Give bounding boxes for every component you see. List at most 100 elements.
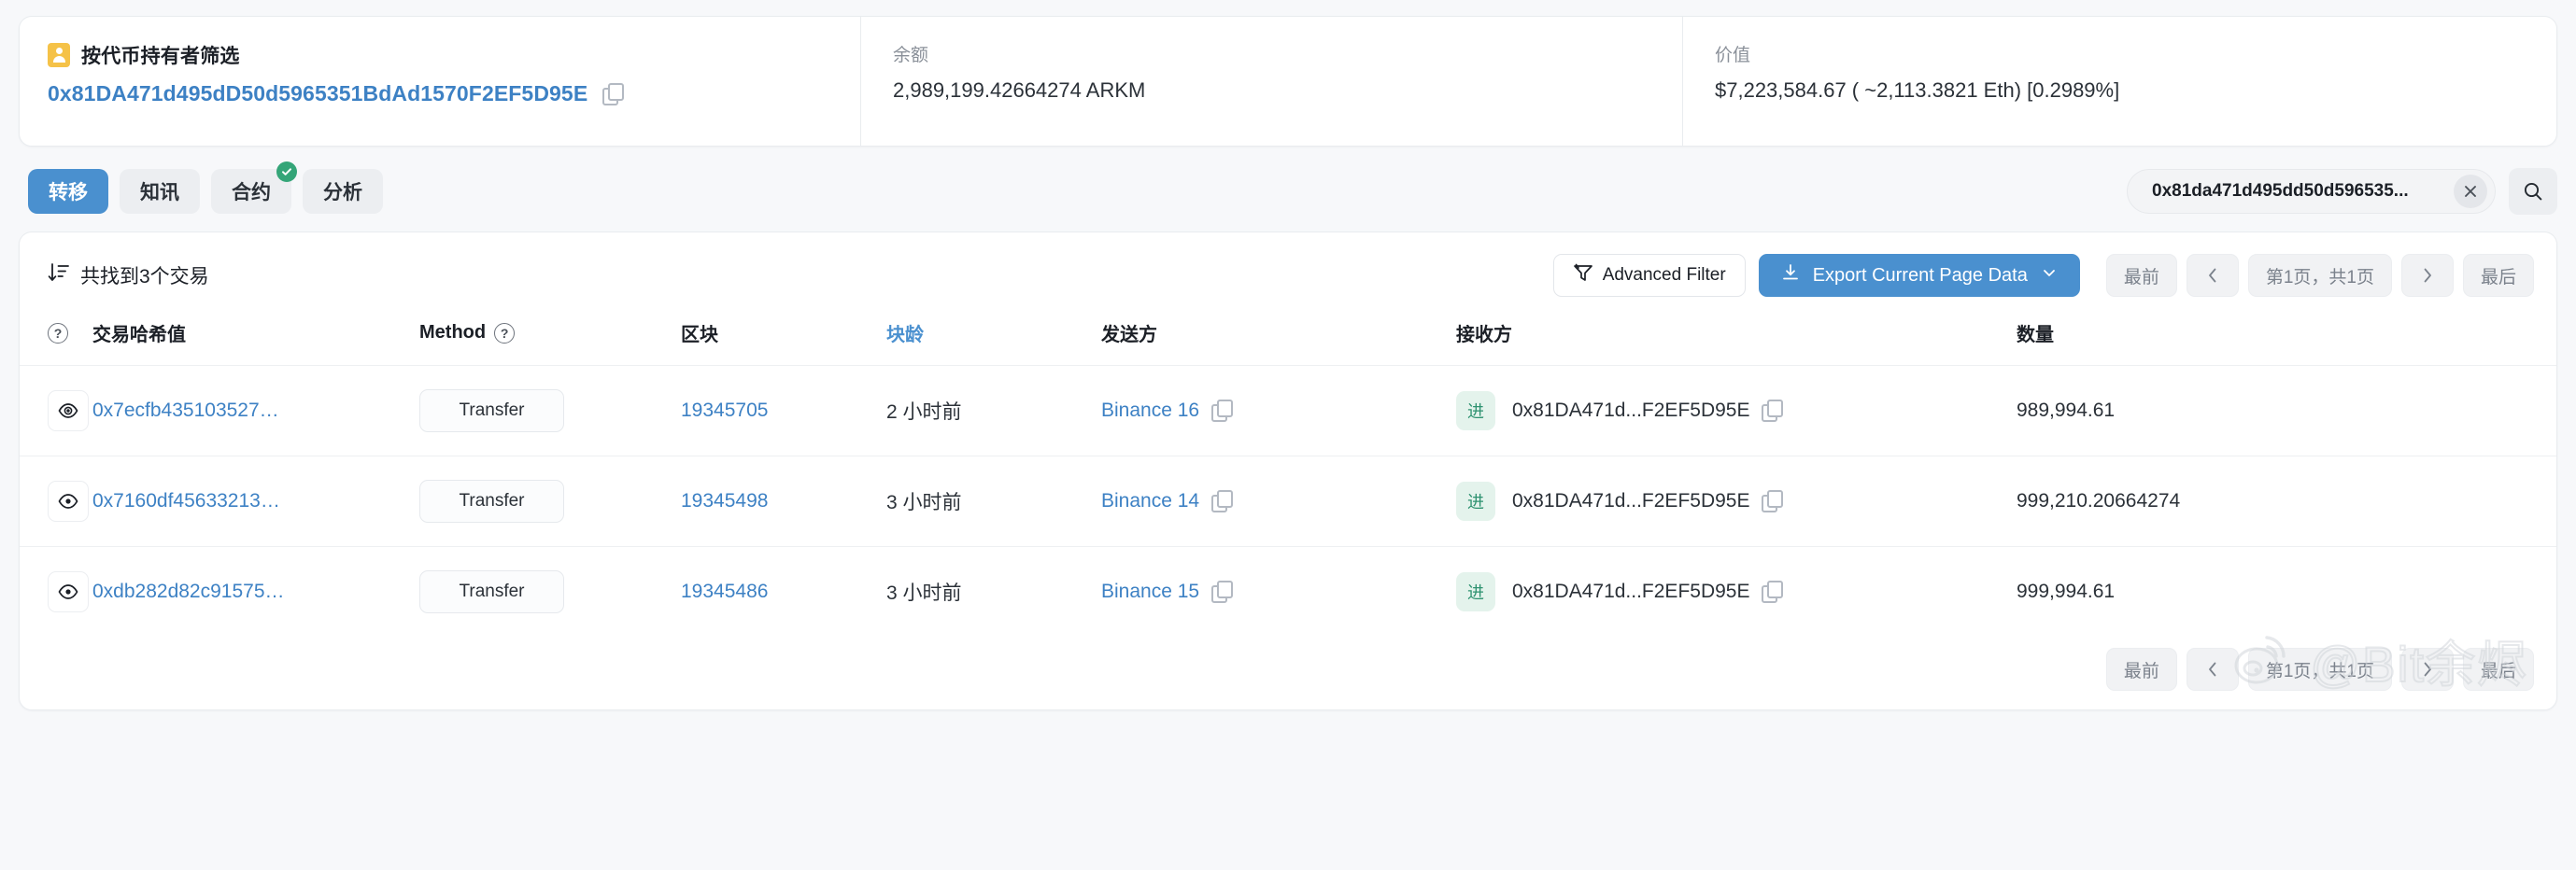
search-pill[interactable] [2127,169,2496,214]
eye-icon[interactable] [48,570,89,612]
advanced-filter-button[interactable]: Advanced Filter [1552,254,1746,297]
pagination-first-button[interactable]: 最前 [2105,254,2177,297]
search-icon[interactable] [2509,168,2557,215]
column-header-to[interactable]: 接收方 [1456,318,2017,365]
copy-icon[interactable] [1211,399,1234,422]
column-header-eye: ? [20,318,92,365]
chevron-right-icon[interactable] [2400,648,2454,691]
from-address-link[interactable]: Binance 14 [1101,490,1199,512]
pagination-last-label: 最后 [2480,661,2516,681]
holder-address-link[interactable]: 0x81DA471d495dD50d5965351BdAd1570F2EF5D9… [48,81,587,106]
table-toolbar: 共找到3个交易 Advanced Filter Export Current P… [20,232,2556,318]
pagination-page-info[interactable]: 第1页，共1页 [2247,254,2392,297]
chevron-left-icon[interactable] [2186,254,2239,297]
tab-label: 合约 [232,182,271,203]
row-method-cell: Transfer [419,364,681,456]
tx-hash-link[interactable]: 0x7160df45633213… [92,490,280,512]
row-amount-cell: 999,210.20664274 [2017,455,2556,546]
funnel-icon [1573,263,1593,288]
row-from-cell: Binance 14 [1101,455,1456,546]
table-row: 0xdb282d82c91575… Transfer 19345486 3 小时… [20,545,2556,637]
copy-icon[interactable] [1211,580,1234,603]
tx-hash-link[interactable]: 0xdb282d82c91575… [92,581,285,602]
column-header-block-label: 区块 [681,325,718,346]
pagination-first-button[interactable]: 最前 [2105,648,2177,691]
copy-icon[interactable] [1762,399,1784,422]
to-address-text: 0x81DA471d...F2EF5D95E [1512,399,1750,421]
chevron-left-icon[interactable] [2186,648,2239,691]
block-link[interactable]: 19345486 [681,581,768,602]
export-label: Export Current Page Data [1812,264,2028,286]
help-icon[interactable]: ? [48,322,68,344]
balance-value: 2,989,199.42664274 ARKM [893,78,1146,102]
export-current-page-button[interactable]: Export Current Page Data [1758,254,2080,297]
amount-text: 989,994.61 [2017,399,2116,421]
amount-text: 999,210.20664274 [2017,489,2181,512]
row-eye-cell [20,364,92,456]
close-icon[interactable] [2454,175,2487,208]
token-holder-filter-cell: 按代币持有者筛选 0x81DA471d495dD50d5965351BdAd15… [20,17,860,146]
column-header-from-label: 发送方 [1101,325,1157,346]
row-to-cell: 进 0x81DA471d...F2EF5D95E [1456,545,2017,637]
search-input[interactable] [2150,180,2454,203]
method-badge[interactable]: Transfer [419,479,564,523]
page-root: 按代币持有者筛选 0x81DA471d495dD50d5965351BdAd15… [0,0,2576,870]
pagination-page-info-label: 第1页，共1页 [2265,267,2374,288]
column-header-amount[interactable]: 数量 [2017,318,2556,365]
tab-transfers[interactable]: 转移 [28,169,108,214]
balance-label: 余额 [893,46,929,65]
row-from-cell: Binance 15 [1101,545,1456,637]
column-header-from[interactable]: 发送方 [1101,318,1456,365]
row-to-cell: 进 0x81DA471d...F2EF5D95E [1456,364,2017,456]
tab-news[interactable]: 知讯 [120,169,200,214]
tab-analytics[interactable]: 分析 [303,169,383,214]
tab-contract[interactable]: 合约 [211,161,297,214]
method-badge[interactable]: Transfer [419,388,564,432]
sort-descending-icon[interactable] [48,262,70,288]
from-address-link[interactable]: Binance 16 [1101,400,1199,422]
chevron-right-icon[interactable] [2400,254,2454,297]
pagination-last-label: 最后 [2480,267,2516,288]
pagination-last-button[interactable]: 最后 [2462,648,2534,691]
column-header-block[interactable]: 区块 [681,318,886,365]
search-area [2127,168,2557,215]
copy-icon[interactable] [1762,489,1784,512]
eye-filled-icon[interactable] [48,389,89,431]
tab-bar: 转移 知讯 合约 分析 [19,161,2557,215]
eye-icon[interactable] [48,480,89,522]
balance-cell: 余额 2,989,199.42664274 ARKM [860,17,1682,146]
method-badge[interactable]: Transfer [419,569,564,613]
filter-address-row: 0x81DA471d495dD50d5965351BdAd1570F2EF5D9… [48,81,828,106]
row-from-cell: Binance 16 [1101,364,1456,456]
tab-list: 转移 知讯 合约 分析 [19,161,383,214]
value-label: 价值 [1715,46,1751,65]
advanced-filter-label: Advanced Filter [1602,265,1726,285]
filter-header: 按代币持有者筛选 [48,41,828,69]
tx-hash-link[interactable]: 0x7ecfb435103527… [92,400,279,421]
copy-icon[interactable] [1762,580,1784,603]
column-header-hash[interactable]: 交易哈希值 [92,318,419,365]
verified-check-icon [276,161,297,182]
pagination-last-button[interactable]: 最后 [2462,254,2534,297]
row-block-cell: 19345705 [681,364,886,456]
copy-icon[interactable] [602,82,625,105]
copy-icon[interactable] [1211,489,1234,512]
column-header-method[interactable]: Method ? [419,318,681,365]
column-header-age[interactable]: 块龄 [886,318,1101,365]
pagination-page-info[interactable]: 第1页，共1页 [2247,648,2392,691]
transactions-card: 共找到3个交易 Advanced Filter Export Current P… [19,232,2557,710]
direction-badge: 进 [1456,571,1495,611]
block-link[interactable]: 19345498 [681,490,768,512]
block-link[interactable]: 19345705 [681,400,768,421]
row-method-cell: Transfer [419,545,681,637]
age-text: 3 小时前 [886,582,962,604]
chevron-down-icon [2040,263,2059,288]
result-count: 共找到3个交易 [48,261,209,289]
from-address-link[interactable]: Binance 15 [1101,581,1199,603]
help-icon[interactable]: ? [494,322,516,344]
pagination-page-info-label: 第1页，共1页 [2265,661,2374,681]
filter-title: 按代币持有者筛选 [81,46,240,67]
toolbar-actions: Advanced Filter Export Current Page Data [1552,254,2534,297]
column-header-hash-label: 交易哈希值 [92,325,186,346]
table-header: ? 交易哈希值 Method ? 区块 块龄 发送方 接收方 数量 [20,318,2556,365]
